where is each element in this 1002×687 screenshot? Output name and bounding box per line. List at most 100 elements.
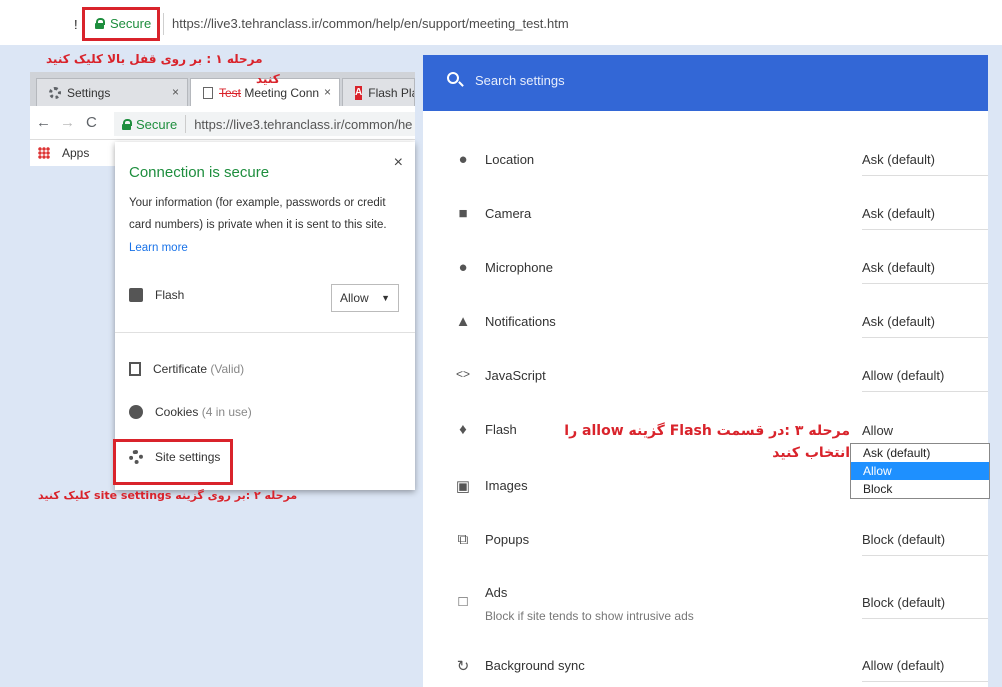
lock-icon xyxy=(122,118,132,130)
setting-value[interactable]: Allow (default) xyxy=(862,658,988,682)
setting-row-background-sync[interactable]: ↻ Background sync Allow (default) xyxy=(423,639,988,687)
setting-value[interactable]: Ask (default) xyxy=(862,152,988,176)
chevron-down-icon: ▼ xyxy=(381,293,390,303)
close-icon[interactable]: × xyxy=(394,154,403,172)
adobe-icon: A xyxy=(355,85,363,100)
omnibox-secure-label: Secure xyxy=(136,116,178,132)
tab-label: Flash Play xyxy=(368,85,414,100)
back-button[interactable]: ← xyxy=(36,114,51,131)
setting-label: Location xyxy=(485,152,535,167)
setting-value[interactable]: Block (default) xyxy=(862,532,988,556)
learn-more-link[interactable]: Learn more xyxy=(129,242,188,254)
certificate-status: (Valid) xyxy=(210,362,245,376)
apps-grid-icon[interactable] xyxy=(38,147,50,159)
setting-row-ads[interactable]: □ Ads Block if site tends to show intrus… xyxy=(423,573,988,633)
puzzle-icon xyxy=(129,288,143,302)
browser-window: Settings × Test Meeting Conn × A Flash P… xyxy=(30,72,415,492)
top-secure-label: Secure xyxy=(110,16,152,31)
omnibox[interactable]: Secure https://live3.tehranclass.ir/comm… xyxy=(114,112,415,136)
flash-select-value: Allow xyxy=(340,291,369,305)
cookie-icon xyxy=(129,405,143,419)
setting-value[interactable]: Ask (default) xyxy=(862,314,988,338)
step1-caption: مرحله ۱ : بر روی قفل بالا کلیک کنید xyxy=(46,52,263,66)
certificate-icon xyxy=(129,362,141,376)
toolbar: ← → C Secure https://live3.tehranclass.i… xyxy=(30,106,415,140)
top-url[interactable]: https://live3.tehranclass.ir/common/help… xyxy=(172,16,569,31)
setting-label: Popups xyxy=(485,532,530,547)
setting-label: Ads xyxy=(485,585,508,600)
setting-label: Notifications xyxy=(485,314,556,329)
document-icon xyxy=(203,86,213,99)
content-settings-panel: Search settings ● Location Ask (default)… xyxy=(423,55,988,687)
setting-row-notifications[interactable]: ▲ Notifications Ask (default) xyxy=(423,295,988,349)
struck-text: Test xyxy=(219,85,242,100)
apps-label[interactable]: Apps xyxy=(62,146,89,160)
flash-permission-row: Flash xyxy=(129,288,184,302)
setting-label: Microphone xyxy=(485,260,553,275)
top-secure-indicator[interactable]: Secure xyxy=(95,16,151,31)
flash-label: Flash xyxy=(155,288,185,302)
microphone-icon: ● xyxy=(458,259,468,276)
setting-value[interactable]: Ask (default) xyxy=(862,260,988,284)
ads-icon: □ xyxy=(458,593,468,610)
cookies-label: Cookies xyxy=(155,405,199,419)
tab-label: Test Meeting Conn xyxy=(219,86,319,100)
gear-icon xyxy=(49,86,61,99)
forward-button[interactable]: → xyxy=(60,114,75,131)
setting-row-popups[interactable]: ⧉ Popups Block (default) xyxy=(423,513,988,567)
caption-overlay: کنید xyxy=(256,72,280,86)
setting-label: Images xyxy=(485,478,528,493)
site-settings-highlight-box xyxy=(113,439,233,485)
tab-close-icon[interactable]: × xyxy=(172,85,179,99)
setting-row-javascript[interactable]: <> JavaScript Allow (default) xyxy=(423,349,988,403)
certificate-label: Certificate xyxy=(153,362,208,376)
tab-settings[interactable]: Settings × xyxy=(36,78,188,106)
step3-caption: مرحله ۳ :در قسمت Flash گزینه allow را ان… xyxy=(564,423,850,461)
search-icon[interactable] xyxy=(447,72,459,84)
setting-value[interactable]: Ask (default) xyxy=(862,206,988,230)
certificate-row[interactable]: Certificate (Valid) xyxy=(129,362,244,376)
settings-header: Search settings xyxy=(423,55,988,111)
setting-value[interactable]: Allow (default) xyxy=(862,368,988,392)
popup-title: Connection is secure xyxy=(129,164,270,181)
popup-description: Your information (for example, passwords… xyxy=(129,197,387,231)
popup-icon: ⧉ xyxy=(457,531,469,548)
location-pin-icon: ● xyxy=(458,151,468,168)
step2-caption: مرحله ۲ :بر روی گزینه site settings کلیک… xyxy=(38,489,298,502)
cookies-status: (4 in use) xyxy=(201,405,252,419)
search-input[interactable]: Search settings xyxy=(475,73,565,88)
dropdown-option[interactable]: Block xyxy=(851,480,989,498)
tab-label-text: Meeting Conn xyxy=(244,85,320,100)
divider xyxy=(163,13,164,35)
setting-sublabel: Block if site tends to show intrusive ad… xyxy=(485,609,694,623)
reload-button[interactable]: C xyxy=(86,114,97,131)
lock-icon xyxy=(95,18,105,29)
tab-close-icon[interactable]: × xyxy=(324,85,331,99)
setting-label: JavaScript xyxy=(485,368,546,383)
tab-label: Settings xyxy=(67,85,111,100)
omnibox-url: https://live3.tehranclass.ir/common/he xyxy=(194,116,413,132)
bell-icon: ▲ xyxy=(455,313,471,330)
flash-select[interactable]: Allow ▼ xyxy=(331,284,399,312)
setting-label: Flash xyxy=(485,422,517,437)
divider xyxy=(115,332,415,333)
setting-row-microphone[interactable]: ● Microphone Ask (default) xyxy=(423,241,988,295)
cookies-row[interactable]: Cookies (4 in use) xyxy=(129,405,252,419)
flash-dropdown-list[interactable]: Ask (default) Allow Block xyxy=(850,443,990,499)
dropdown-option[interactable]: Ask (default) xyxy=(851,444,989,462)
setting-label: Camera xyxy=(485,206,532,221)
puzzle-icon: ♦ xyxy=(459,421,467,438)
top-bar-mark: ! xyxy=(74,17,78,32)
setting-row-location[interactable]: ● Location Ask (default) xyxy=(423,133,988,187)
tab-bar: Settings × Test Meeting Conn × A Flash P… xyxy=(30,72,415,106)
omnibox-secure[interactable]: Secure xyxy=(114,115,187,133)
setting-row-camera[interactable]: ■ Camera Ask (default) xyxy=(423,187,988,241)
code-icon: <> xyxy=(455,367,470,381)
sync-icon: ↻ xyxy=(456,658,470,675)
image-icon: ▣ xyxy=(455,478,471,495)
site-info-popup: Connection is secure × Your information … xyxy=(115,142,415,490)
setting-value[interactable]: Block (default) xyxy=(862,595,988,619)
tab-flash-player[interactable]: A Flash Play xyxy=(342,78,415,106)
setting-label: Background sync xyxy=(485,658,585,673)
dropdown-option-selected[interactable]: Allow xyxy=(851,462,989,480)
